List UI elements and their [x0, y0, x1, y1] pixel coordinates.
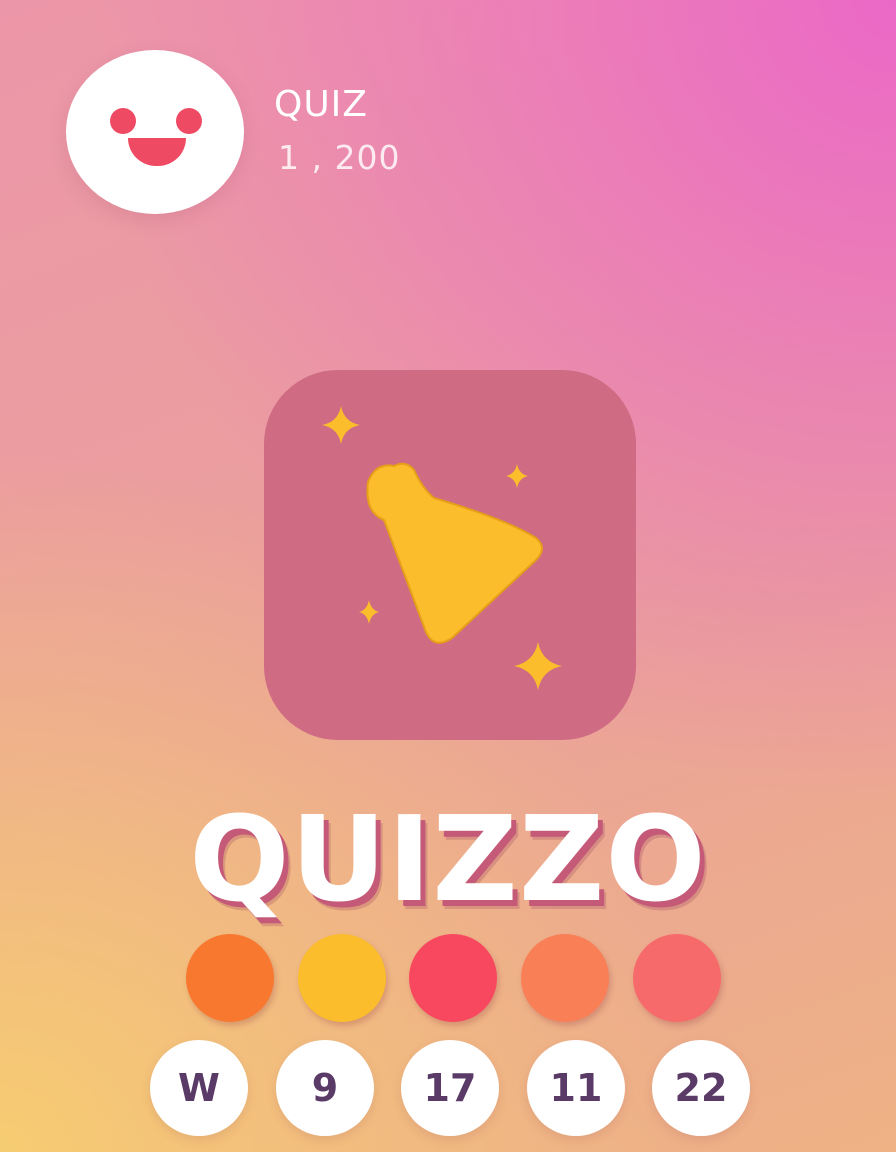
- bubble-3[interactable]: 17: [401, 1040, 499, 1136]
- left-eye-icon: [110, 108, 136, 134]
- bubble-1[interactable]: W: [150, 1040, 248, 1136]
- color-dot-coral[interactable]: [521, 934, 609, 1022]
- color-dot-red[interactable]: [409, 934, 497, 1022]
- score-counter: 1 , 200: [278, 138, 401, 177]
- smile-icon: [128, 138, 186, 166]
- right-eye-icon: [176, 108, 202, 134]
- bubble-5[interactable]: 22: [652, 1040, 750, 1136]
- color-dot-orange[interactable]: [186, 934, 274, 1022]
- bell-sparkle-icon: [322, 406, 562, 690]
- color-dot-yellow[interactable]: [298, 934, 386, 1022]
- bubble-4[interactable]: 11: [527, 1040, 625, 1136]
- header-title: QUIZ: [274, 84, 368, 125]
- color-dot-salmon[interactable]: [633, 934, 721, 1022]
- bubble-2[interactable]: 9: [276, 1040, 374, 1136]
- avatar[interactable]: [66, 50, 244, 214]
- app-icon[interactable]: [264, 370, 636, 740]
- app-name-logo: QUIZZO: [189, 790, 707, 928]
